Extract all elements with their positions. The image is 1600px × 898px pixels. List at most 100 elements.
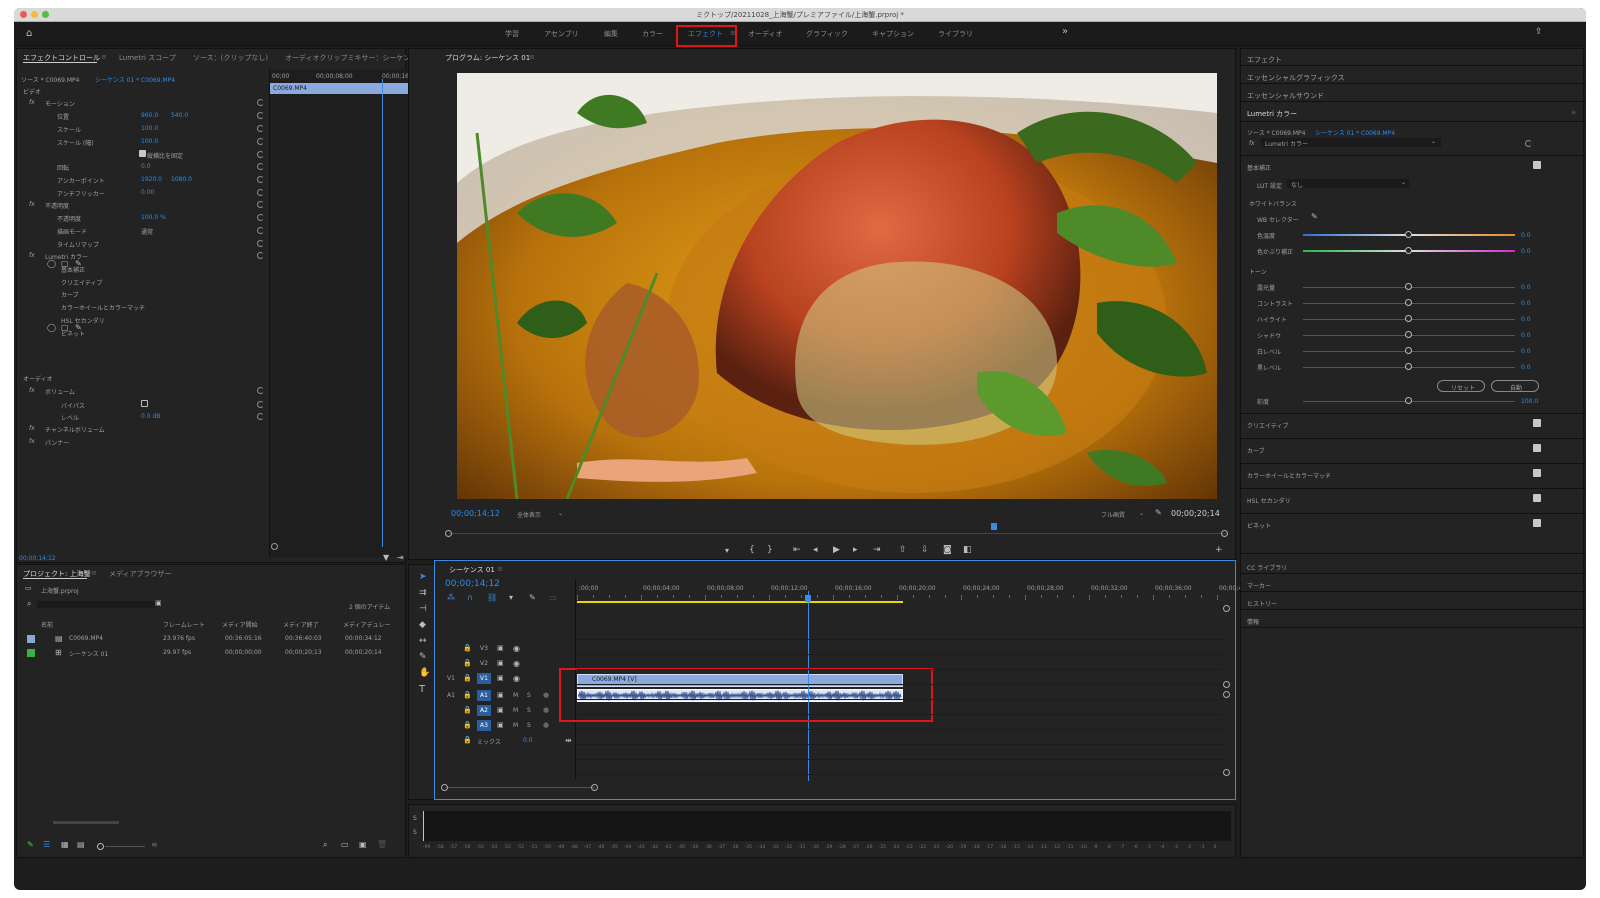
snap-icon[interactable]: ∩ bbox=[467, 593, 473, 602]
rectangle-mask-icon[interactable]: ▢ bbox=[61, 323, 69, 332]
project-item-cell[interactable]: 00;00;20;14 bbox=[345, 649, 382, 656]
effects-panel-header[interactable]: エフェクト bbox=[1247, 55, 1282, 65]
workspace-tab-libraries[interactable]: ライブラリ bbox=[938, 29, 973, 39]
track-select-tool-icon[interactable]: ⇉ bbox=[419, 589, 427, 598]
sync-lock-icon[interactable]: ▣ bbox=[497, 659, 504, 668]
tone-value[interactable]: 0.0 bbox=[1521, 364, 1531, 371]
quality-select[interactable]: フル画質 bbox=[1101, 510, 1125, 519]
audio-row-value[interactable]: 0.0 dB bbox=[141, 413, 160, 420]
effect-row-label[interactable]: スケール (幅) bbox=[57, 138, 94, 147]
chevron-down-icon[interactable]: ⌄ bbox=[558, 510, 563, 517]
vertical-scroll-handle[interactable] bbox=[1223, 769, 1230, 776]
essential-sound-header[interactable]: エッセンシャルサウンド bbox=[1247, 91, 1324, 101]
reset-icon[interactable] bbox=[257, 413, 264, 420]
menu-icon[interactable]: ≡ bbox=[497, 565, 503, 573]
slip-tool-icon[interactable]: ↔ bbox=[419, 637, 427, 646]
lut-select[interactable]: なし ⌄ bbox=[1287, 179, 1409, 189]
reset-icon[interactable] bbox=[257, 125, 264, 132]
bottom-panel-header[interactable]: CC ライブラリ bbox=[1247, 563, 1287, 572]
vertical-scroll-handle[interactable] bbox=[1223, 605, 1230, 612]
mute-button[interactable]: M bbox=[513, 722, 518, 729]
audio-row-label[interactable]: バイパス bbox=[61, 401, 85, 410]
tone-slider-knob[interactable] bbox=[1405, 347, 1412, 354]
microphone-icon[interactable]: ● bbox=[543, 706, 549, 715]
effect-row-value[interactable]: 100.0 bbox=[141, 138, 158, 145]
track-label[interactable]: A3 bbox=[480, 722, 488, 729]
solo-button[interactable]: S bbox=[527, 722, 531, 729]
workspace-tab-assembly[interactable]: アセンブリ bbox=[544, 29, 579, 39]
ripple-edit-tool-icon[interactable]: ⊣ bbox=[419, 605, 427, 614]
tone-slider-knob[interactable] bbox=[1405, 331, 1412, 338]
lumetri-title[interactable]: Lumetri カラー bbox=[1247, 109, 1297, 119]
tone-value[interactable]: 0.0 bbox=[1521, 332, 1531, 339]
extract-icon[interactable]: ⇩ bbox=[921, 546, 929, 555]
current-time[interactable]: 00;00;14;12 bbox=[19, 555, 56, 562]
sync-lock-icon[interactable]: ▣ bbox=[497, 691, 504, 700]
trash-icon[interactable]: 🗑 bbox=[377, 840, 387, 849]
pen-tool-icon[interactable]: ✎ bbox=[419, 653, 427, 662]
reset-icon[interactable] bbox=[257, 189, 264, 196]
eye-icon[interactable]: ◉ bbox=[513, 659, 520, 668]
workspace-tab-color[interactable]: カラー bbox=[642, 29, 663, 39]
type-tool-icon[interactable]: T bbox=[419, 685, 425, 695]
pencil-icon[interactable]: ✎ bbox=[27, 840, 34, 849]
basic-correction-checkbox[interactable] bbox=[1533, 161, 1541, 169]
search-icon[interactable]: ⌕ bbox=[323, 840, 327, 849]
vertical-scroll-handle[interactable] bbox=[1223, 681, 1230, 688]
lumetri-section-checkbox[interactable] bbox=[1533, 519, 1541, 527]
filter-icon[interactable]: ▼ bbox=[383, 553, 389, 562]
lumetri-sequence-label[interactable]: シーケンス 01 * C0069.MP4 bbox=[1315, 128, 1395, 137]
basic-correction-header[interactable]: 基本補正 bbox=[1247, 163, 1271, 172]
hand-tool-icon[interactable]: ✋ bbox=[419, 669, 430, 678]
selection-tool-icon[interactable]: ➤ bbox=[419, 573, 427, 582]
project-item-cell[interactable]: 23.976 fps bbox=[163, 635, 195, 642]
label-color-swatch[interactable] bbox=[27, 635, 35, 643]
menu-icon[interactable]: ≡ bbox=[91, 569, 97, 577]
tone-slider-knob[interactable] bbox=[1405, 363, 1412, 370]
sync-lock-icon[interactable]: ▣ bbox=[497, 721, 504, 730]
workspace-tab-edit[interactable]: 編集 bbox=[604, 29, 618, 39]
new-bin-icon[interactable]: ▣ bbox=[155, 599, 162, 608]
chevron-down-icon[interactable]: ⌄ bbox=[1139, 510, 1144, 517]
microphone-icon[interactable]: ● bbox=[543, 691, 549, 700]
mini-timeline[interactable]: 00;00 00;00;08;00 00;00;16;00 C0069.MP4 bbox=[270, 69, 428, 557]
lock-icon[interactable]: 🔒 bbox=[463, 674, 472, 683]
effect-row-label[interactable]: 不透明度 bbox=[57, 214, 81, 223]
label-color-swatch[interactable] bbox=[27, 649, 35, 657]
workspace-tab-captions[interactable]: キャプション bbox=[872, 29, 914, 39]
project-item-cell[interactable]: 00:36:40:03 bbox=[285, 635, 322, 642]
scrub-start-handle[interactable] bbox=[445, 530, 452, 537]
project-item-cell[interactable]: 00;00;00;00 bbox=[225, 649, 262, 656]
time-ruler[interactable]: ;00;00 00;00;04;00 00;00;08;00 00;00;12;00 0… bbox=[577, 583, 1242, 607]
effect-row-value[interactable]: 100.0 % bbox=[141, 214, 166, 221]
lock-icon[interactable]: 🔒 bbox=[463, 659, 472, 668]
program-timecode[interactable]: 00;00;14;12 bbox=[451, 509, 500, 518]
fit-select[interactable]: 全体表示 bbox=[517, 510, 541, 519]
eye-icon[interactable]: ◉ bbox=[513, 674, 520, 683]
tone-slider-knob[interactable] bbox=[1405, 283, 1412, 290]
menu-icon[interactable]: ≡ bbox=[529, 53, 535, 61]
tint-slider-knob[interactable] bbox=[1405, 247, 1412, 254]
source-patch-v1[interactable]: V1 bbox=[447, 675, 455, 682]
ellipse-mask-icon[interactable]: ◯ bbox=[47, 259, 56, 268]
column-name[interactable]: 名前 bbox=[41, 620, 53, 629]
lumetri-section-checkbox[interactable] bbox=[1533, 494, 1541, 502]
effect-row-label[interactable]: 回転 bbox=[57, 163, 69, 172]
tab-media-browser[interactable]: メディアブラウザー bbox=[109, 569, 172, 579]
sort-icon[interactable]: ≡ bbox=[151, 840, 158, 849]
essential-graphics-header[interactable]: エッセンシャルグラフィックス bbox=[1247, 73, 1345, 83]
tone-value[interactable]: 0.0 bbox=[1521, 284, 1531, 291]
program-title[interactable]: プログラム: シーケンス 01 bbox=[445, 53, 530, 63]
reset-icon[interactable] bbox=[257, 99, 264, 106]
track-label[interactable]: A2 bbox=[480, 707, 488, 714]
track-label[interactable]: V3 bbox=[480, 645, 488, 652]
reset-icon[interactable] bbox=[257, 138, 264, 145]
timeline-timecode[interactable]: 00;00;14;12 bbox=[445, 579, 500, 589]
effect-row-value2[interactable]: 540.0 bbox=[171, 112, 188, 119]
go-to-in-icon[interactable]: ⇤ bbox=[793, 546, 801, 555]
reset-icon[interactable] bbox=[257, 227, 264, 234]
lift-icon[interactable]: ⇧ bbox=[899, 546, 907, 555]
lock-icon[interactable]: 🔒 bbox=[463, 736, 472, 745]
eye-icon[interactable]: ◉ bbox=[513, 644, 520, 653]
scroll-start-handle[interactable] bbox=[441, 784, 448, 791]
